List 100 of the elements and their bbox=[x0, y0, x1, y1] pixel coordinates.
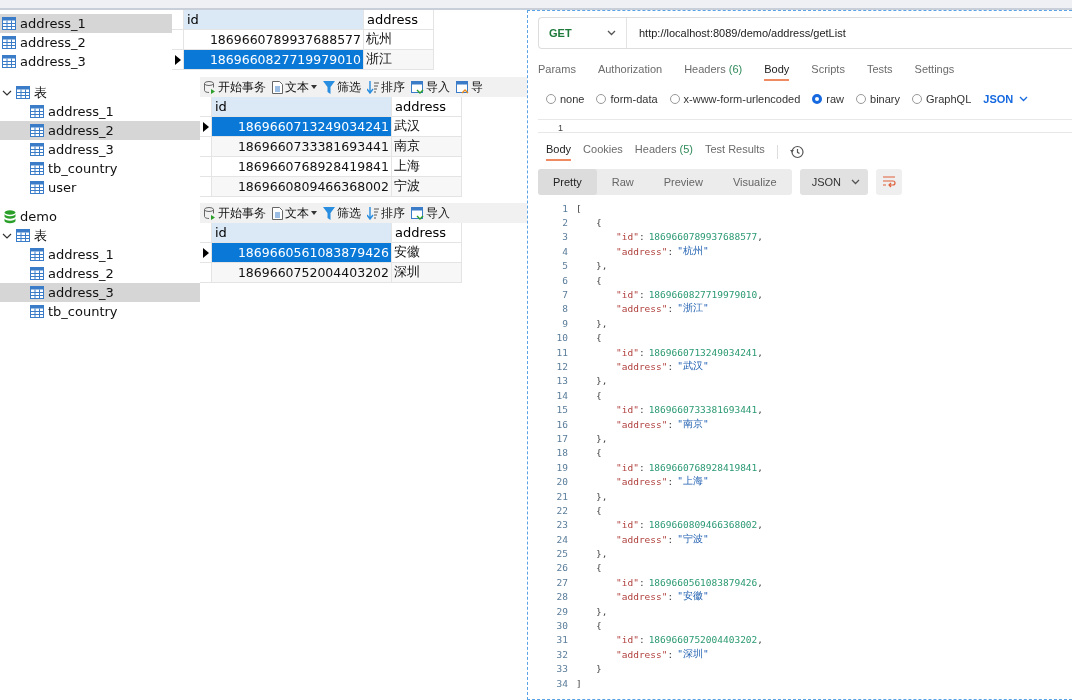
toolbar-button[interactable]: 开始事务 bbox=[204, 78, 266, 96]
view-mode-button[interactable]: Raw bbox=[596, 169, 649, 195]
row-header-cell[interactable] bbox=[172, 50, 184, 70]
code-token: : bbox=[667, 361, 674, 372]
line-number: 1 bbox=[561, 202, 568, 214]
view-mode-button[interactable]: Pretty bbox=[538, 169, 597, 195]
toolbar-button[interactable]: 文本 bbox=[272, 204, 317, 222]
body-type-radio[interactable]: none bbox=[546, 93, 585, 105]
toolbar-button[interactable]: 导 bbox=[456, 78, 483, 96]
code-token: : bbox=[638, 346, 645, 358]
request-tab[interactable]: Headers (6) bbox=[684, 63, 743, 81]
request-tab[interactable]: Body bbox=[764, 63, 790, 81]
response-format-select[interactable]: JSON bbox=[799, 169, 869, 195]
table-cell: 深圳 bbox=[392, 263, 462, 283]
table-cell: 1869660789937688577 bbox=[184, 30, 364, 50]
response-tab[interactable]: Test Results bbox=[704, 143, 765, 161]
sort-icon bbox=[367, 80, 379, 94]
table-cell: 1869660768928419841 bbox=[212, 157, 392, 177]
caret-icon bbox=[311, 85, 317, 89]
database-name[interactable]: demo bbox=[20, 209, 57, 224]
line-number: 18 bbox=[555, 447, 568, 459]
code-token: "address" bbox=[616, 476, 668, 488]
row-header-cell[interactable] bbox=[200, 177, 212, 197]
toolbar-button[interactable]: 筛选 bbox=[323, 204, 361, 222]
view-mode-button[interactable]: Visualize bbox=[717, 169, 792, 195]
body-type-radio[interactable]: form-data bbox=[596, 93, 658, 105]
table-tree-item[interactable]: address_1 bbox=[0, 245, 200, 264]
row-header-cell[interactable] bbox=[200, 263, 212, 283]
toolbar-button[interactable]: 筛选 bbox=[323, 78, 361, 96]
code-token: "address" bbox=[616, 303, 668, 315]
column-header[interactable]: address bbox=[364, 10, 434, 30]
line-number: 15 bbox=[555, 404, 568, 416]
table-tree-item[interactable]: address_3 bbox=[0, 52, 172, 71]
request-editor[interactable]: 1 bbox=[538, 119, 1072, 133]
row-header-cell[interactable] bbox=[200, 137, 212, 157]
row-header-cell[interactable] bbox=[200, 243, 212, 263]
toolbar-button[interactable]: 文本 bbox=[272, 78, 317, 96]
document-icon bbox=[272, 80, 283, 94]
table-icon bbox=[16, 229, 30, 242]
column-header[interactable]: id bbox=[184, 10, 364, 30]
code-token: , bbox=[757, 634, 764, 646]
response-tab[interactable]: Body bbox=[546, 143, 572, 161]
folder-label[interactable]: 表 bbox=[34, 83, 47, 102]
toolbar-button[interactable]: 导入 bbox=[411, 204, 450, 222]
view-mode-button[interactable]: Preview bbox=[648, 169, 718, 195]
line-number: 3 bbox=[561, 231, 568, 243]
table-tree-item[interactable]: tb_country bbox=[0, 302, 200, 321]
line-number: 9 bbox=[561, 317, 568, 329]
code-token: , bbox=[757, 289, 764, 301]
code-token: : bbox=[638, 289, 645, 301]
request-tab[interactable]: Scripts bbox=[811, 63, 845, 81]
url-field[interactable]: GET http://localhost:8089/demo/address/getList bbox=[538, 17, 1072, 49]
table-tree-item[interactable]: address_3 bbox=[0, 283, 200, 302]
toolbar-button[interactable]: 导入 bbox=[411, 78, 450, 96]
code-token: "武汉" bbox=[677, 360, 709, 373]
code-token: : bbox=[638, 404, 645, 416]
column-header[interactable]: id bbox=[212, 97, 392, 117]
row-header-cell[interactable] bbox=[172, 30, 184, 50]
column-header[interactable]: id bbox=[212, 223, 392, 243]
line-number: 25 bbox=[555, 548, 568, 560]
table-tree-item[interactable]: address_2 bbox=[0, 33, 172, 52]
table-tree-item[interactable]: address_1 bbox=[0, 102, 200, 121]
toolbar-button[interactable]: 排序 bbox=[367, 78, 405, 96]
folder-label[interactable]: 表 bbox=[34, 226, 47, 245]
table-tree-item[interactable]: user bbox=[0, 178, 200, 197]
table-tree-item[interactable]: address_2 bbox=[0, 264, 200, 283]
line-number: 11 bbox=[555, 346, 568, 358]
response-tab[interactable]: Cookies bbox=[583, 143, 623, 161]
code-token: 1869660713249034241 bbox=[648, 346, 758, 358]
line-number: 2 bbox=[561, 217, 568, 229]
body-type-radio[interactable]: binary bbox=[856, 93, 901, 105]
body-type-radio[interactable]: x-www-form-urlencoded bbox=[669, 93, 801, 105]
response-tab[interactable]: Headers (5) bbox=[634, 143, 693, 161]
toolbar-button[interactable]: 开始事务 bbox=[204, 204, 266, 222]
column-header[interactable]: address bbox=[392, 223, 462, 243]
request-tab[interactable]: Tests bbox=[866, 63, 893, 81]
history-icon[interactable] bbox=[789, 145, 804, 159]
format-select[interactable]: JSON bbox=[983, 93, 1029, 105]
table-tree-item[interactable]: address_2 bbox=[0, 121, 200, 140]
method-select[interactable]: GET bbox=[539, 18, 627, 48]
line-number: 13 bbox=[555, 375, 568, 387]
row-header-cell[interactable] bbox=[200, 157, 212, 177]
table-tree-item[interactable]: address_1 bbox=[0, 14, 172, 33]
body-type-radio[interactable]: raw bbox=[812, 93, 845, 105]
table-tree-item[interactable]: address_3 bbox=[0, 140, 200, 159]
body-type-radio[interactable]: GraphQL bbox=[912, 93, 972, 105]
toolbar-button[interactable]: 排序 bbox=[367, 204, 405, 222]
code-token: }, bbox=[596, 605, 608, 617]
table-import-icon bbox=[411, 80, 424, 94]
request-tab[interactable]: Settings bbox=[914, 63, 955, 81]
column-header[interactable]: address bbox=[392, 97, 462, 117]
code-token: , bbox=[757, 404, 764, 416]
table-cell: 1869660561083879426 bbox=[212, 243, 392, 263]
filter-icon bbox=[323, 80, 335, 94]
request-tab[interactable]: Params bbox=[538, 63, 576, 81]
request-tab[interactable]: Authorization bbox=[597, 63, 663, 81]
code-token: , bbox=[757, 346, 764, 358]
table-tree-item[interactable]: tb_country bbox=[0, 159, 200, 178]
row-header-cell[interactable] bbox=[200, 117, 212, 137]
code-token: ] bbox=[576, 677, 582, 689]
